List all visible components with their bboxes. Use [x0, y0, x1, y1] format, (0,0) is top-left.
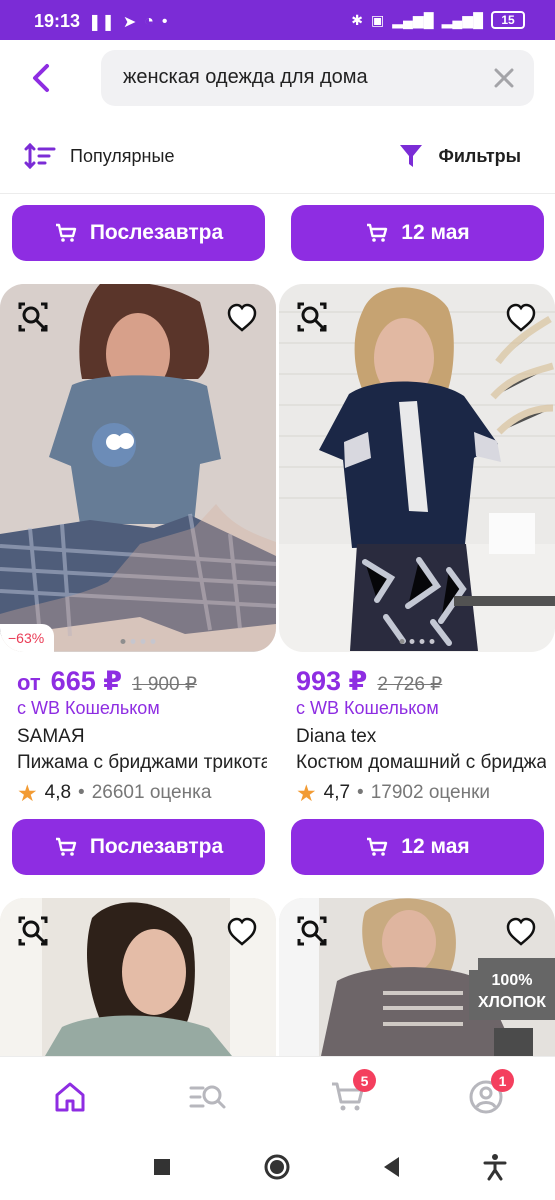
visual-search-icon[interactable]	[16, 300, 50, 334]
recent-apps-icon[interactable]	[147, 1152, 177, 1182]
reviews-count-separator: •	[78, 782, 85, 803]
product-card[interactable]: 100% ХЛОПОК	[279, 898, 555, 1056]
bluetooth-icon: ✱	[351, 11, 364, 28]
visual-search-icon[interactable]	[295, 300, 329, 334]
search-header: женская одежда для дома	[0, 40, 555, 118]
product-photo	[0, 284, 276, 652]
delivery-button[interactable]: Послезавтра	[12, 205, 265, 261]
volte-icon: ▣	[371, 11, 385, 28]
current-price: 993 ₽	[296, 666, 368, 696]
accessibility-icon[interactable]	[480, 1152, 510, 1182]
visual-search-icon[interactable]	[16, 914, 50, 948]
favorite-heart-icon[interactable]	[226, 916, 258, 948]
product-photo	[279, 284, 555, 652]
old-price: 2 726 ₽	[377, 674, 443, 695]
wallet-note: с WB Кошельком	[17, 698, 160, 718]
profile-nav-item[interactable]: 1	[466, 1069, 514, 1117]
delivery-button[interactable]: Послезавтра	[12, 819, 265, 875]
price-prefix: от	[17, 670, 41, 695]
rating-line: ★ 4,7 • 17902 оценки	[296, 780, 491, 806]
search-box[interactable]: женская одежда для дома	[101, 50, 534, 106]
delivery-button[interactable]: 12 мая	[291, 819, 544, 875]
close-icon[interactable]	[490, 64, 518, 92]
status-bar: 19:13 ❚❚ ➤ ◔ • ✱ ▣ ▂▄▆█ ▂▄▆█ 15	[0, 0, 555, 40]
brand-name: Diana tex	[296, 726, 377, 747]
favorite-heart-icon[interactable]	[226, 302, 258, 334]
wallet-note: с WB Кошельком	[296, 698, 439, 718]
sort-icon	[24, 142, 56, 170]
back-button[interactable]	[28, 60, 56, 96]
toolbar: Популярные Фильтры	[0, 118, 555, 194]
dot-icon: •	[161, 13, 168, 30]
delivery-button[interactable]: 12 мая	[291, 205, 544, 261]
signal-4g-icon: ▂▄▆█	[392, 11, 434, 28]
brand-name: SAMAЯ	[17, 726, 85, 747]
sort-button[interactable]: Популярные	[24, 142, 174, 170]
home-icon[interactable]	[50, 1077, 90, 1117]
current-price: 665 ₽	[50, 666, 123, 696]
status-time: 19:13	[34, 11, 81, 31]
reviews-count: 26601 оценка	[91, 782, 212, 803]
home-button-icon[interactable]	[262, 1152, 292, 1182]
status-left-icons: ❚❚ ➤ ◔ •	[88, 12, 168, 32]
back-navigation-icon[interactable]	[377, 1152, 407, 1182]
cart-icon	[55, 223, 77, 242]
product-image[interactable]	[279, 284, 555, 652]
cart-badge: 5	[353, 1069, 376, 1092]
rating-value: 4,7	[323, 782, 351, 803]
rating-line: ★ 4,8 • 26601 оценка	[17, 780, 212, 806]
product-title[interactable]: Пижама с бриджами трикотажная	[17, 752, 267, 776]
favorite-heart-icon[interactable]	[505, 302, 537, 334]
product-title[interactable]: Костюм домашний с бриджами	[296, 752, 546, 776]
image-pagination	[399, 639, 435, 644]
product-badge: 100% ХЛОПОК	[469, 970, 555, 1020]
price-line: 993 ₽ 2 726 ₽	[296, 666, 442, 697]
reviews-count: 17902 оценки	[370, 782, 491, 803]
search-input[interactable]: женская одежда для дома	[123, 66, 368, 89]
rating-value: 4,8	[44, 782, 72, 803]
shield-icon: ◔	[144, 13, 154, 30]
cart-nav-item[interactable]: 5	[328, 1069, 376, 1117]
product-image[interactable]: 100% ХЛОПОК	[279, 898, 555, 1056]
star-icon: ★	[17, 780, 38, 806]
image-pagination	[120, 639, 156, 644]
old-price: 1 900 ₽	[132, 674, 197, 695]
bottom-navigation: 5 1	[0, 1056, 555, 1134]
cart-icon	[55, 837, 77, 856]
status-right-icons: ✱ ▣ ▂▄▆█ ▂▄▆█ 15	[351, 11, 525, 29]
cart-icon	[367, 837, 388, 856]
battery-indicator: 15	[491, 11, 525, 29]
delivery-label: Послезавтра	[89, 221, 224, 244]
delivery-label: Послезавтра	[89, 835, 224, 858]
price-line: от 665 ₽ 1 900 ₽	[17, 666, 197, 697]
cart-icon	[367, 223, 388, 242]
pause-icon: ❚❚	[88, 14, 115, 31]
star-icon: ★	[296, 780, 317, 806]
product-image[interactable]: −63%	[0, 284, 276, 652]
product-image[interactable]	[0, 898, 276, 1056]
product-card[interactable]	[0, 898, 276, 1056]
filter-label: Фильтры	[438, 145, 521, 166]
discount-badge: −63%	[0, 624, 55, 652]
visual-search-icon[interactable]	[295, 914, 329, 948]
profile-badge: 1	[491, 1069, 514, 1092]
delivery-label: 12 мая	[401, 221, 470, 244]
sort-label: Популярные	[70, 145, 175, 166]
filter-button[interactable]: Фильтры	[398, 142, 521, 170]
favorite-heart-icon[interactable]	[505, 916, 537, 948]
android-navigation	[0, 1134, 555, 1200]
reviews-count-separator: •	[357, 782, 364, 803]
telegram-icon: ➤	[122, 14, 137, 31]
catalog-icon[interactable]	[188, 1077, 228, 1117]
filter-icon	[400, 145, 423, 167]
delivery-label: 12 мая	[401, 835, 470, 858]
signal-icon: ▂▄▆█	[441, 11, 483, 28]
